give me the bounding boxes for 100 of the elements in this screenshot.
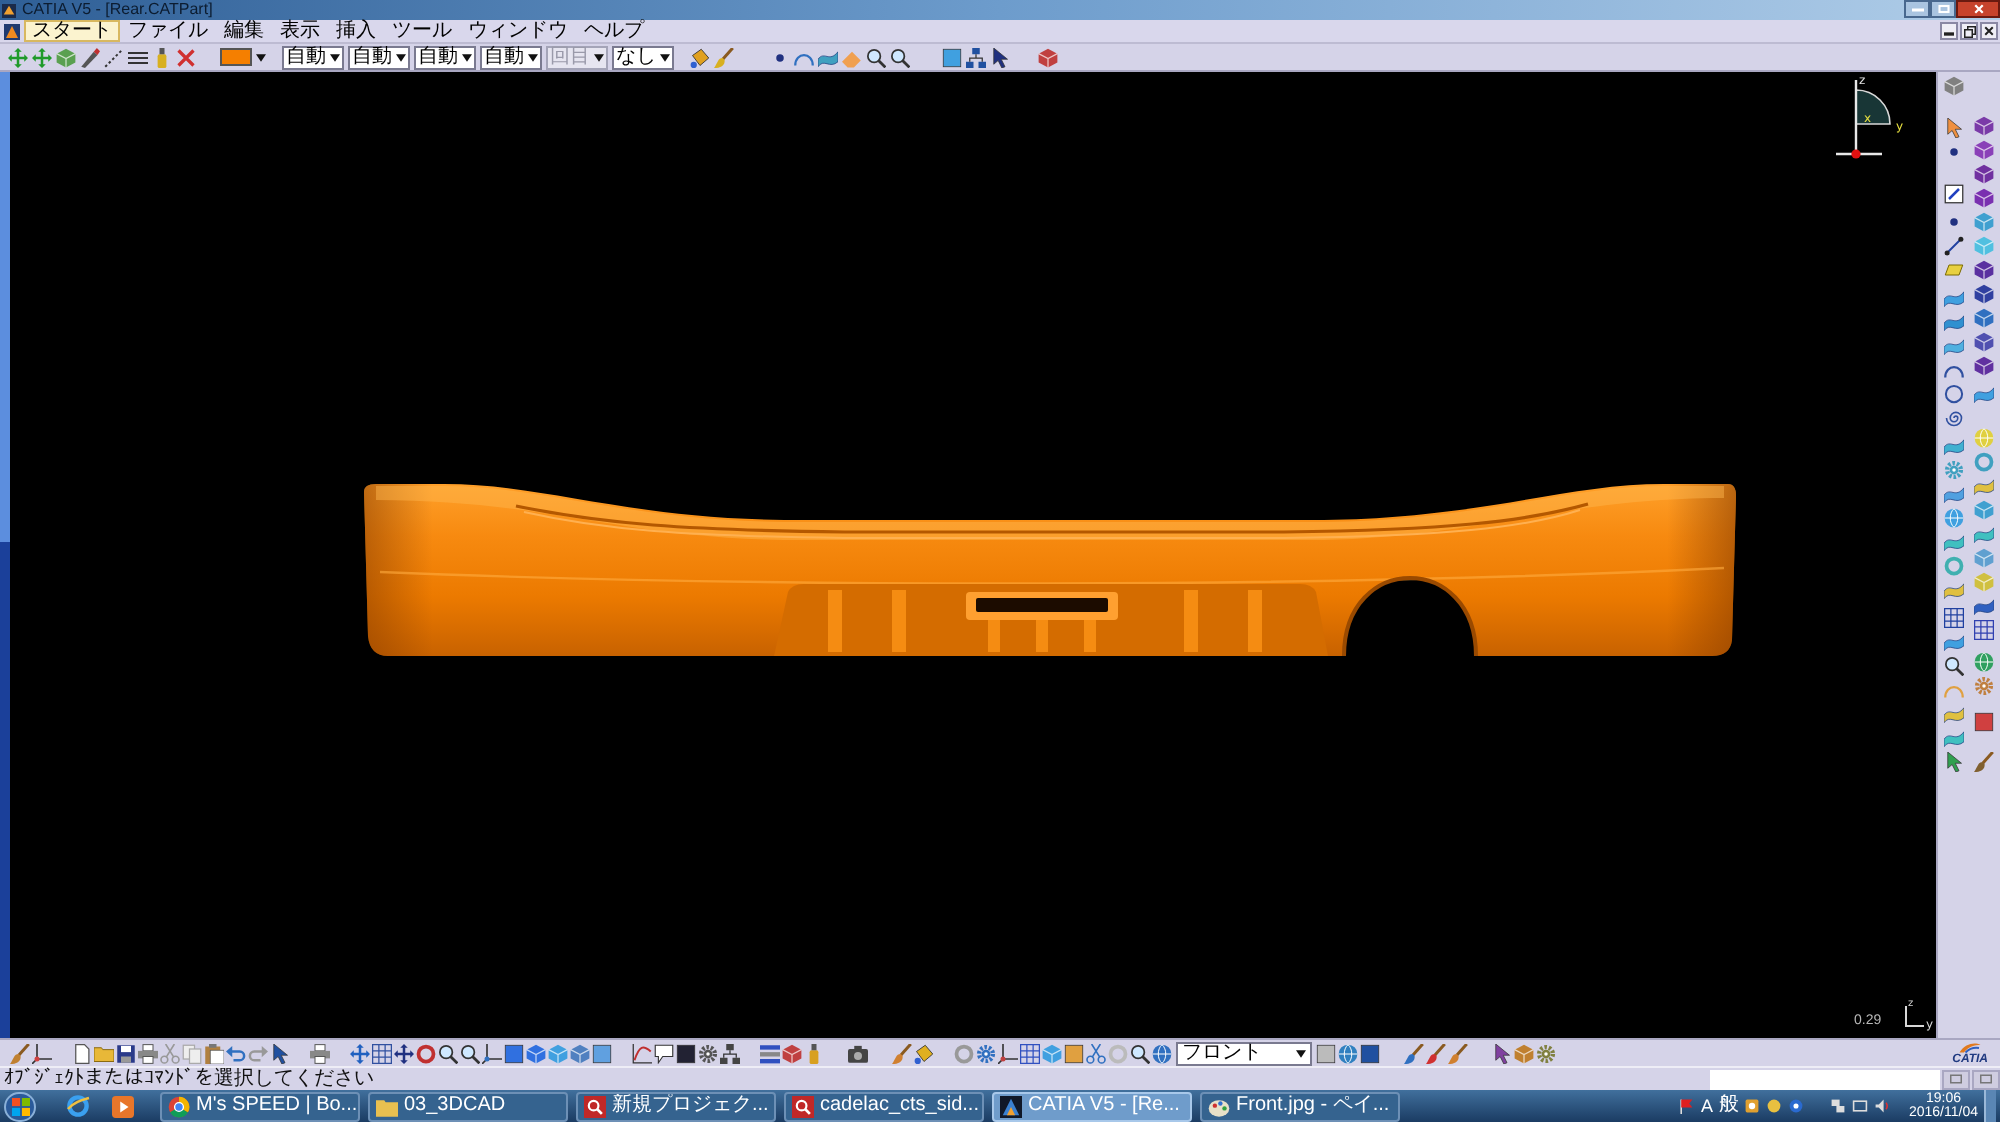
view-dropdown[interactable]: フロント — [1176, 1041, 1312, 1065]
grid-icon[interactable] — [1944, 608, 1964, 628]
square-icon[interactable] — [676, 1043, 696, 1063]
paint-bucket-icon[interactable] — [914, 1043, 934, 1063]
camera-icon[interactable] — [848, 1043, 868, 1063]
graph-icon[interactable] — [632, 1043, 652, 1063]
brush-icon[interactable] — [1448, 1043, 1468, 1063]
surface-icon[interactable] — [818, 47, 838, 67]
cube-icon[interactable] — [1974, 356, 1994, 376]
maximize-button[interactable] — [1930, 0, 1956, 18]
pen-icon[interactable] — [80, 47, 100, 67]
pointer-icon[interactable] — [1944, 752, 1964, 772]
printer-icon[interactable] — [310, 1043, 330, 1063]
brush-icon[interactable] — [1426, 1043, 1446, 1063]
brush-icon[interactable] — [1974, 752, 1994, 772]
pointer-icon[interactable] — [1944, 118, 1964, 138]
status-bar-button[interactable] — [1972, 1069, 2000, 1089]
arc-icon[interactable] — [1944, 360, 1964, 380]
ime-mode-indicator[interactable]: 般 — [1718, 1096, 1739, 1116]
globe-icon[interactable] — [1152, 1043, 1172, 1063]
property-dropdown[interactable]: 自動 — [348, 45, 410, 69]
cube-icon[interactable] — [1974, 284, 1994, 304]
magnifier-icon[interactable] — [890, 47, 910, 67]
cube-icon[interactable] — [1944, 76, 1964, 96]
cube-icon[interactable] — [782, 1043, 802, 1063]
brush-icon[interactable] — [714, 47, 734, 67]
bottle-icon[interactable] — [804, 1043, 824, 1063]
cube-icon[interactable] — [526, 1043, 546, 1063]
magnifier-icon[interactable] — [438, 1043, 458, 1063]
grid-icon[interactable] — [1020, 1043, 1040, 1063]
menu-item[interactable]: ヘルプ — [576, 20, 652, 42]
taskbar-window-button[interactable]: Front.jpg - ペイ... — [1200, 1091, 1400, 1121]
status-bar-button[interactable] — [1942, 1069, 1970, 1089]
dot-icon[interactable] — [1944, 212, 1964, 232]
speech-bubble-icon[interactable] — [654, 1043, 674, 1063]
dotted-line-icon[interactable] — [104, 47, 124, 67]
media-player-taskbar-button[interactable] — [108, 1092, 136, 1120]
pointer-icon[interactable] — [1492, 1043, 1512, 1063]
flag-icon[interactable] — [1678, 1098, 1695, 1114]
input-mode-indicator[interactable]: A — [1700, 1096, 1713, 1116]
spiral-icon[interactable] — [1944, 408, 1964, 428]
scroll-bar[interactable] — [0, 72, 10, 1038]
cube-icon[interactable] — [1974, 260, 1994, 280]
taskbar-window-button[interactable]: 03_3DCAD — [368, 1091, 568, 1121]
pointer-icon[interactable] — [990, 47, 1010, 67]
menu-item[interactable]: 編集 — [216, 20, 272, 42]
speaker-icon[interactable] — [1874, 1098, 1891, 1114]
cube-icon[interactable] — [1974, 116, 1994, 136]
taskbar-window-button[interactable]: 新規プロジェク... — [576, 1091, 776, 1121]
printer-icon[interactable] — [138, 1043, 158, 1063]
globe-icon[interactable] — [1338, 1043, 1358, 1063]
cube-icon[interactable] — [570, 1043, 590, 1063]
grid-icon[interactable] — [372, 1043, 392, 1063]
menu-item[interactable]: ツール — [384, 20, 460, 42]
menu-item[interactable]: 挿入 — [328, 20, 384, 42]
menu-item[interactable]: ファイル — [120, 20, 216, 42]
gear-icon[interactable] — [1536, 1043, 1556, 1063]
start-button[interactable] — [4, 1091, 36, 1121]
network-icon[interactable] — [1830, 1098, 1847, 1114]
four-way-arrow-icon[interactable] — [350, 1043, 370, 1063]
cube-icon[interactable] — [1974, 164, 1994, 184]
pointer-icon[interactable] — [270, 1043, 290, 1063]
square-icon[interactable] — [504, 1043, 524, 1063]
network-icon[interactable] — [966, 47, 986, 67]
clipboard-icon[interactable] — [204, 1043, 224, 1063]
magnifier-icon[interactable] — [1130, 1043, 1150, 1063]
magnifier-icon[interactable] — [1944, 656, 1964, 676]
cube-icon[interactable] — [1974, 332, 1994, 352]
tray-app-icon[interactable] — [1744, 1098, 1761, 1114]
ring-icon[interactable] — [416, 1043, 436, 1063]
cube-icon[interactable] — [1974, 308, 1994, 328]
cube-icon[interactable] — [1038, 47, 1058, 67]
axes-icon[interactable] — [32, 1043, 52, 1063]
magnifier-icon[interactable] — [460, 1043, 480, 1063]
menu-item[interactable]: ウィンドウ — [460, 20, 576, 42]
cube-icon[interactable] — [1974, 140, 1994, 160]
scroll-thumb[interactable] — [0, 72, 10, 542]
compass-drawing[interactable] — [1834, 78, 1891, 159]
magnifier-icon[interactable] — [866, 47, 886, 67]
axes-icon[interactable] — [998, 1043, 1018, 1063]
network-icon[interactable] — [720, 1043, 740, 1063]
browser-taskbar-button[interactable] — [64, 1092, 92, 1120]
minimize-button[interactable] — [1940, 22, 1958, 40]
dot-icon[interactable] — [1944, 142, 1964, 162]
sketch-icon[interactable] — [1944, 184, 1964, 204]
menu-item[interactable]: スタート — [24, 20, 120, 42]
paint-bucket-icon[interactable] — [690, 47, 710, 67]
bars-icon[interactable] — [760, 1043, 780, 1063]
property-dropdown[interactable]: 自動 — [480, 45, 542, 69]
property-dropdown[interactable]: 自動 — [282, 45, 344, 69]
command-input-field[interactable] — [1710, 1069, 1940, 1089]
brush-icon[interactable] — [10, 1043, 30, 1063]
x-mark-icon[interactable] — [176, 47, 196, 67]
surface-icon[interactable] — [1974, 384, 1994, 404]
brush-icon[interactable] — [1404, 1043, 1424, 1063]
grid-icon[interactable] — [1974, 620, 1994, 640]
taskbar-window-button[interactable]: cadelac_cts_sid... — [784, 1091, 984, 1121]
horizontal-lines-icon[interactable] — [128, 47, 148, 67]
close-button[interactable] — [1980, 22, 1998, 40]
globe-icon[interactable] — [1974, 652, 1994, 672]
